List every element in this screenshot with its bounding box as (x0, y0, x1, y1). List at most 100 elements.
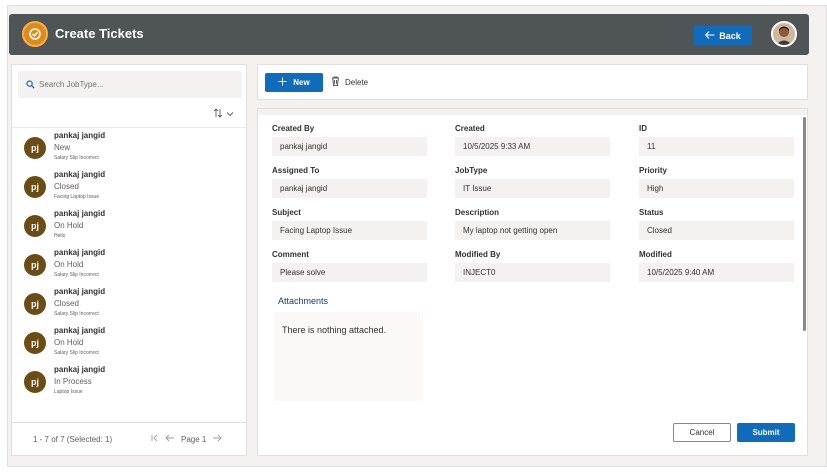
search-box[interactable] (18, 71, 242, 98)
next-page-icon[interactable] (212, 434, 222, 444)
plus-icon (278, 77, 287, 88)
field-label: Comment (272, 250, 309, 259)
item-status: In Process (54, 377, 92, 386)
pager-nav: Page 1 (151, 434, 222, 444)
avatar: pj (24, 371, 46, 393)
attachments-box[interactable]: There is nothing attached. (274, 312, 423, 402)
list-item[interactable]: pj pankaj jangid Closed Salary Slip Inco… (12, 287, 246, 326)
created-by-field: Created By pankaj jangid (272, 124, 427, 156)
form-scrollbar[interactable] (803, 117, 806, 331)
field-label: Created (455, 124, 485, 133)
sort-icon (213, 108, 223, 121)
item-subject: Facing Laptop Issue (54, 194, 100, 200)
list-item[interactable]: pj pankaj jangid On Hold Hello (12, 209, 246, 248)
command-bar: New Delete (257, 64, 808, 100)
delete-button[interactable]: Delete (331, 76, 368, 88)
field-label: JobType (455, 166, 488, 175)
ticket-form: Created By pankaj jangid Created 10/5/20… (257, 108, 808, 456)
new-label: New (293, 78, 310, 87)
cancel-button[interactable]: Cancel (673, 423, 731, 442)
id-value[interactable]: 11 (639, 137, 794, 156)
divider (12, 127, 246, 128)
item-name: pankaj jangid (54, 326, 106, 335)
item-status: On Hold (54, 260, 84, 269)
assigned-to-value[interactable]: pankaj jangid (272, 179, 427, 198)
sort-button[interactable] (213, 108, 234, 121)
modified-by-value[interactable]: INJECT0 (455, 263, 610, 282)
field-label: Subject (272, 208, 301, 217)
field-label: Modified By (455, 250, 501, 259)
assigned-to-field: Assigned To pankaj jangid (272, 166, 427, 198)
field-label: Status (639, 208, 664, 217)
created-value[interactable]: 10/5/2025 9:33 AM (455, 137, 610, 156)
app-window: Create Tickets Back Search JobType... pj… (7, 5, 827, 467)
attachments-empty-text: There is nothing attached. (282, 325, 387, 335)
avatar: pj (24, 254, 46, 276)
field-label: Priority (639, 166, 668, 175)
app-header: Create Tickets Back (9, 14, 809, 55)
avatar: pj (24, 215, 46, 237)
ticket-list-panel: pj pankaj jangid New Salary Slip Incorre… (11, 64, 247, 456)
search-input[interactable] (39, 80, 219, 89)
field-label: Assigned To (272, 166, 320, 175)
priority-field: Priority High (639, 166, 794, 198)
item-name: pankaj jangid (54, 287, 106, 296)
item-subject: Salary Slip Incorrect (54, 311, 99, 317)
item-name: pankaj jangid (54, 170, 106, 179)
item-name: pankaj jangid (54, 131, 106, 140)
item-subject: Salary Slip Incorrect (54, 272, 99, 278)
jobtype-value[interactable]: IT Issue (455, 179, 610, 198)
priority-value[interactable]: High (639, 179, 794, 198)
ticket-list: pj pankaj jangid New Salary Slip Incorre… (12, 131, 246, 404)
status-field: Status Closed (639, 208, 794, 240)
subject-field: Subject Facing Laptop Issue (272, 208, 427, 240)
back-label: Back (719, 30, 741, 41)
back-arrow-icon (705, 30, 715, 41)
item-name: pankaj jangid (54, 209, 106, 218)
description-value[interactable]: My laptop not getting open (455, 221, 610, 240)
attachments-title: Attachments (278, 296, 329, 306)
field-label: ID (639, 124, 647, 133)
subject-value[interactable]: Facing Laptop Issue (272, 221, 427, 240)
item-status: Closed (54, 299, 79, 308)
form-top-strip (258, 109, 807, 115)
item-name: pankaj jangid (54, 248, 106, 257)
field-label: Created By (272, 124, 315, 133)
status-value[interactable]: Closed (639, 221, 794, 240)
first-page-icon[interactable] (151, 434, 159, 444)
id-field: ID 11 (639, 124, 794, 156)
item-status: On Hold (54, 338, 84, 347)
avatar: pj (24, 176, 46, 198)
settings-logo-icon (22, 21, 48, 47)
field-label: Description (455, 208, 500, 217)
avatar: pj (24, 293, 46, 315)
list-item[interactable]: pj pankaj jangid New Salary Slip Incorre… (12, 131, 246, 170)
modified-value[interactable]: 10/5/2025 9:40 AM (639, 263, 794, 282)
created-by-value[interactable]: pankaj jangid (272, 137, 427, 156)
list-item[interactable]: pj pankaj jangid On Hold Salary Slip Inc… (12, 326, 246, 365)
page-title: Create Tickets (55, 26, 144, 41)
item-subject: Hello (54, 233, 66, 239)
new-button[interactable]: New (265, 73, 323, 92)
prev-page-icon[interactable] (165, 434, 175, 444)
comment-value[interactable]: Please solve (272, 263, 427, 282)
item-subject: Salary Slip Incorrect (54, 155, 99, 161)
modified-by-field: Modified By INJECT0 (455, 250, 610, 282)
item-subject: Laptop Issue (54, 389, 83, 395)
submit-button[interactable]: Submit (737, 423, 795, 442)
list-item[interactable]: pj pankaj jangid On Hold Salary Slip Inc… (12, 248, 246, 287)
user-avatar[interactable] (771, 21, 797, 47)
pager: 1 - 7 of 7 (Selected: 1) Page 1 (12, 422, 246, 455)
list-item[interactable]: pj pankaj jangid Closed Facing Laptop Is… (12, 170, 246, 209)
item-subject: Salary Slip Incorrect (54, 350, 99, 356)
item-status: On Hold (54, 221, 84, 230)
record-count: 1 - 7 of 7 (Selected: 1) (33, 435, 113, 444)
item-status: Closed (54, 182, 79, 191)
back-button[interactable]: Back (694, 26, 752, 45)
chevron-down-icon (226, 109, 234, 120)
search-icon (26, 76, 35, 94)
delete-label: Delete (345, 77, 369, 87)
list-item[interactable]: pj pankaj jangid In Process Laptop Issue (12, 365, 246, 404)
description-field: Description My laptop not getting open (455, 208, 610, 240)
page-number: Page 1 (181, 434, 207, 444)
